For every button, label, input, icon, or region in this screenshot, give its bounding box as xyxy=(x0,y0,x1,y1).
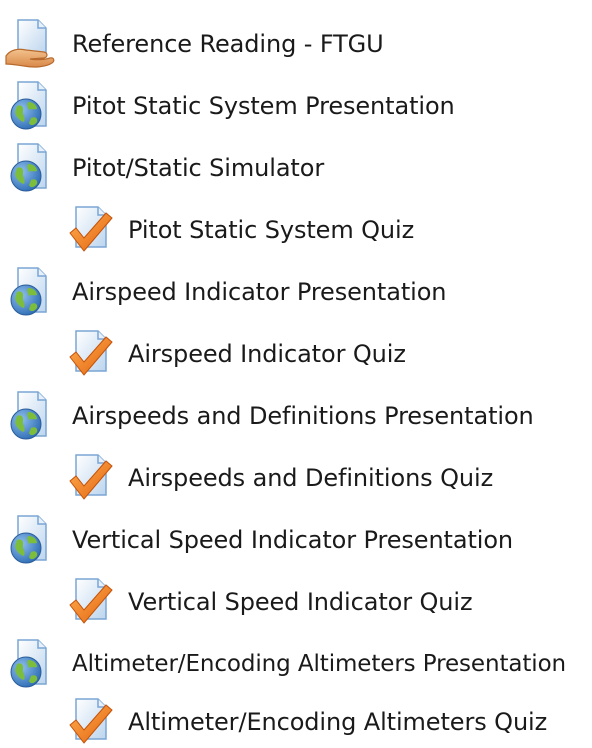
activity-pitot-static-simulator[interactable]: Pitot/Static Simulator xyxy=(4,142,324,194)
activity-label[interactable]: Vertical Speed Indicator Quiz xyxy=(128,587,473,617)
activity-altimeter-quiz[interactable]: Altimeter/Encoding Altimeters Quiz xyxy=(68,696,547,748)
activity-pitot-static-presentation[interactable]: Pitot Static System Presentation xyxy=(4,80,455,132)
activity-airspeeds-definitions-presentation[interactable]: Airspeeds and Definitions Presentation xyxy=(4,390,534,442)
activity-vsi-quiz[interactable]: Vertical Speed Indicator Quiz xyxy=(68,576,473,628)
activity-pitot-static-quiz[interactable]: Pitot Static System Quiz xyxy=(68,204,414,256)
activity-label[interactable]: Pitot Static System Presentation xyxy=(72,91,455,121)
activity-vsi-presentation[interactable]: Vertical Speed Indicator Presentation xyxy=(4,514,513,566)
url-globe-icon xyxy=(4,638,58,690)
activity-label[interactable]: Airspeeds and Definitions Quiz xyxy=(128,463,493,493)
activity-label[interactable]: Altimeter/Encoding Altimeters Quiz xyxy=(128,707,547,737)
book-hand-icon xyxy=(4,18,58,70)
quiz-check-icon xyxy=(68,453,114,503)
quiz-check-icon xyxy=(68,205,114,255)
url-globe-icon xyxy=(4,390,58,442)
url-globe-icon xyxy=(4,142,58,194)
activity-label[interactable]: Vertical Speed Indicator Presentation xyxy=(72,525,513,555)
activity-airspeeds-definitions-quiz[interactable]: Airspeeds and Definitions Quiz xyxy=(68,452,493,504)
url-globe-icon xyxy=(4,80,58,132)
activity-label[interactable]: Airspeed Indicator Quiz xyxy=(128,339,406,369)
activity-reference-reading[interactable]: Reference Reading - FTGU xyxy=(4,18,384,70)
activity-label[interactable]: Airspeeds and Definitions Presentation xyxy=(72,401,534,431)
activity-altimeter-presentation[interactable]: Altimeter/Encoding Altimeters Presentati… xyxy=(4,638,566,690)
url-globe-icon xyxy=(4,514,58,566)
activity-label[interactable]: Airspeed Indicator Presentation xyxy=(72,277,447,307)
quiz-check-icon xyxy=(68,329,114,379)
activity-label[interactable]: Altimeter/Encoding Altimeters Presentati… xyxy=(72,649,566,679)
activity-label[interactable]: Pitot/Static Simulator xyxy=(72,153,324,183)
activity-airspeed-indicator-quiz[interactable]: Airspeed Indicator Quiz xyxy=(68,328,406,380)
activity-airspeed-indicator-presentation[interactable]: Airspeed Indicator Presentation xyxy=(4,266,447,318)
quiz-check-icon xyxy=(68,577,114,627)
activity-label[interactable]: Pitot Static System Quiz xyxy=(128,215,414,245)
course-activity-list: Reference Reading - FTGU Pitot Static Sy… xyxy=(0,0,592,744)
url-globe-icon xyxy=(4,266,58,318)
activity-label[interactable]: Reference Reading - FTGU xyxy=(72,29,384,59)
